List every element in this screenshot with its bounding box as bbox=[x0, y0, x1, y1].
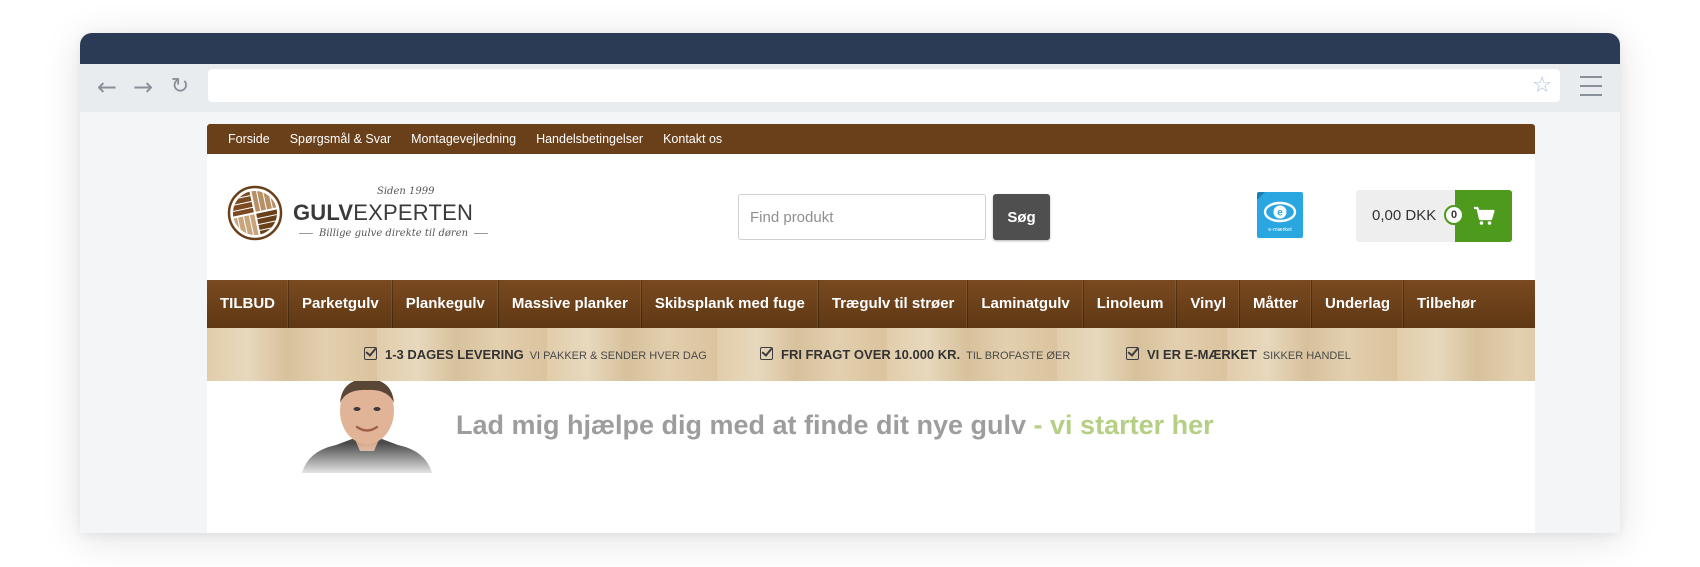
checkbox-check-icon bbox=[1126, 347, 1139, 360]
top-nav-montagevejledning[interactable]: Montagevejledning bbox=[411, 132, 516, 146]
cart-price: 0,00 DKK bbox=[1372, 207, 1437, 224]
logo-parquet-icon bbox=[227, 185, 283, 241]
logo-name-bold: GULV bbox=[293, 200, 354, 225]
usp-bar: 1-3 DAGES LEVERING VI PAKKER & SENDER HVE… bbox=[207, 328, 1535, 381]
nav-tilbehor[interactable]: Tilbehør bbox=[1404, 280, 1535, 328]
usp-bold: FRI FRAGT OVER 10.000 KR. bbox=[781, 347, 961, 362]
top-nav-kontakt[interactable]: Kontakt os bbox=[663, 132, 722, 146]
search-button[interactable]: Søg bbox=[993, 194, 1050, 240]
usp-item: 1-3 DAGES LEVERING VI PAKKER & SENDER HVE… bbox=[364, 346, 707, 362]
website: Forside Spørgsmål & Svar Montagevejledni… bbox=[207, 124, 1535, 533]
usp-item: VI ER E-MÆRKET SIKKER HANDEL bbox=[1126, 346, 1351, 362]
nav-parketgulv[interactable]: Parketgulv bbox=[289, 280, 393, 328]
hero-text-gray: Lad mig hjælpe dig med at finde dit nye … bbox=[456, 410, 1027, 440]
nav-underlag[interactable]: Underlag bbox=[1312, 280, 1405, 328]
nav-plankegulv[interactable]: Plankegulv bbox=[393, 280, 499, 328]
hero-text-green: - vi starter her bbox=[1026, 410, 1214, 440]
reload-icon[interactable]: ↻ bbox=[166, 73, 194, 101]
top-navigation: Forside Spørgsmål & Svar Montagevejledni… bbox=[207, 124, 1535, 154]
menu-icon[interactable] bbox=[1580, 76, 1602, 96]
hero-banner: Lad mig hjælpe dig med at finde dit nye … bbox=[207, 381, 1535, 473]
usp-light: SIKKER HANDEL bbox=[1262, 350, 1351, 362]
usp-bold: VI ER E-MÆRKET bbox=[1147, 347, 1257, 362]
hero-headline: Lad mig hjælpe dig med at finde dit nye … bbox=[456, 410, 1214, 441]
page-viewport: Forside Spørgsmål & Svar Montagevejledni… bbox=[80, 112, 1620, 533]
browser-window: ← → ↻ ☆ Forside Spørgsmål & Svar Montage… bbox=[80, 33, 1620, 533]
browser-titlebar bbox=[80, 33, 1620, 64]
back-arrow-icon[interactable]: ← bbox=[93, 73, 121, 101]
main-category-nav: TILBUD Parketgulv Plankegulv Massive pla… bbox=[207, 280, 1535, 328]
address-bar[interactable]: ☆ bbox=[208, 69, 1560, 102]
logo-name: GULVEXPERTEN bbox=[293, 200, 473, 226]
shopping-cart-icon bbox=[1474, 206, 1495, 225]
logo-since: Siden 1999 bbox=[377, 186, 435, 197]
top-nav-faq[interactable]: Spørgsmål & Svar bbox=[290, 132, 391, 146]
cart-green-panel: 0 bbox=[1444, 190, 1512, 242]
logo-name-light: EXPERTEN bbox=[353, 200, 474, 225]
forward-arrow-icon[interactable]: → bbox=[129, 73, 157, 101]
logo-tagline: Billige gulve direkte til døren bbox=[293, 228, 494, 239]
top-nav-handelsbetingelser[interactable]: Handelsbetingelser bbox=[536, 132, 643, 146]
nav-maatter[interactable]: Måtter bbox=[1240, 280, 1313, 328]
nav-vinyl[interactable]: Vinyl bbox=[1177, 280, 1240, 328]
nav-skibsplank[interactable]: Skibsplank med fuge bbox=[642, 280, 819, 328]
nav-traegulv[interactable]: Trægulv til strøer bbox=[819, 280, 969, 328]
usp-item: FRI FRAGT OVER 10.000 KR. TIL BROFASTE ØE… bbox=[760, 346, 1070, 362]
search-input[interactable] bbox=[738, 194, 986, 240]
top-nav-forside[interactable]: Forside bbox=[228, 132, 270, 146]
e-maerket-eye-icon[interactable]: e e-mærket bbox=[1255, 190, 1305, 240]
star-icon[interactable]: ☆ bbox=[1532, 73, 1552, 98]
site-logo[interactable]: Siden 1999 GULVEXPERTEN Billige gulve di… bbox=[227, 184, 489, 248]
usp-bold: 1-3 DAGES LEVERING bbox=[385, 347, 524, 362]
nav-tilbud[interactable]: TILBUD bbox=[207, 280, 289, 328]
usp-light: VI PAKKER & SENDER HVER DAG bbox=[529, 350, 707, 362]
cart-button[interactable]: 0,00 DKK 0 bbox=[1356, 190, 1512, 242]
svg-text:e: e bbox=[1277, 208, 1283, 219]
e-maerket-label: e-mærket bbox=[1268, 227, 1292, 233]
site-header: Siden 1999 GULVEXPERTEN Billige gulve di… bbox=[207, 154, 1535, 280]
nav-linoleum[interactable]: Linoleum bbox=[1084, 280, 1178, 328]
nav-massive-planker[interactable]: Massive planker bbox=[499, 280, 642, 328]
usp-light: TIL BROFASTE ØER bbox=[966, 350, 1071, 362]
browser-toolbar: ← → ↻ ☆ bbox=[80, 64, 1620, 112]
cart-count-badge: 0 bbox=[1444, 205, 1464, 225]
logo-tagline-text: Billige gulve direkte til døren bbox=[319, 228, 469, 239]
checkbox-check-icon bbox=[364, 347, 377, 360]
checkbox-check-icon bbox=[760, 347, 773, 360]
nav-laminatgulv[interactable]: Laminatgulv bbox=[968, 280, 1084, 328]
